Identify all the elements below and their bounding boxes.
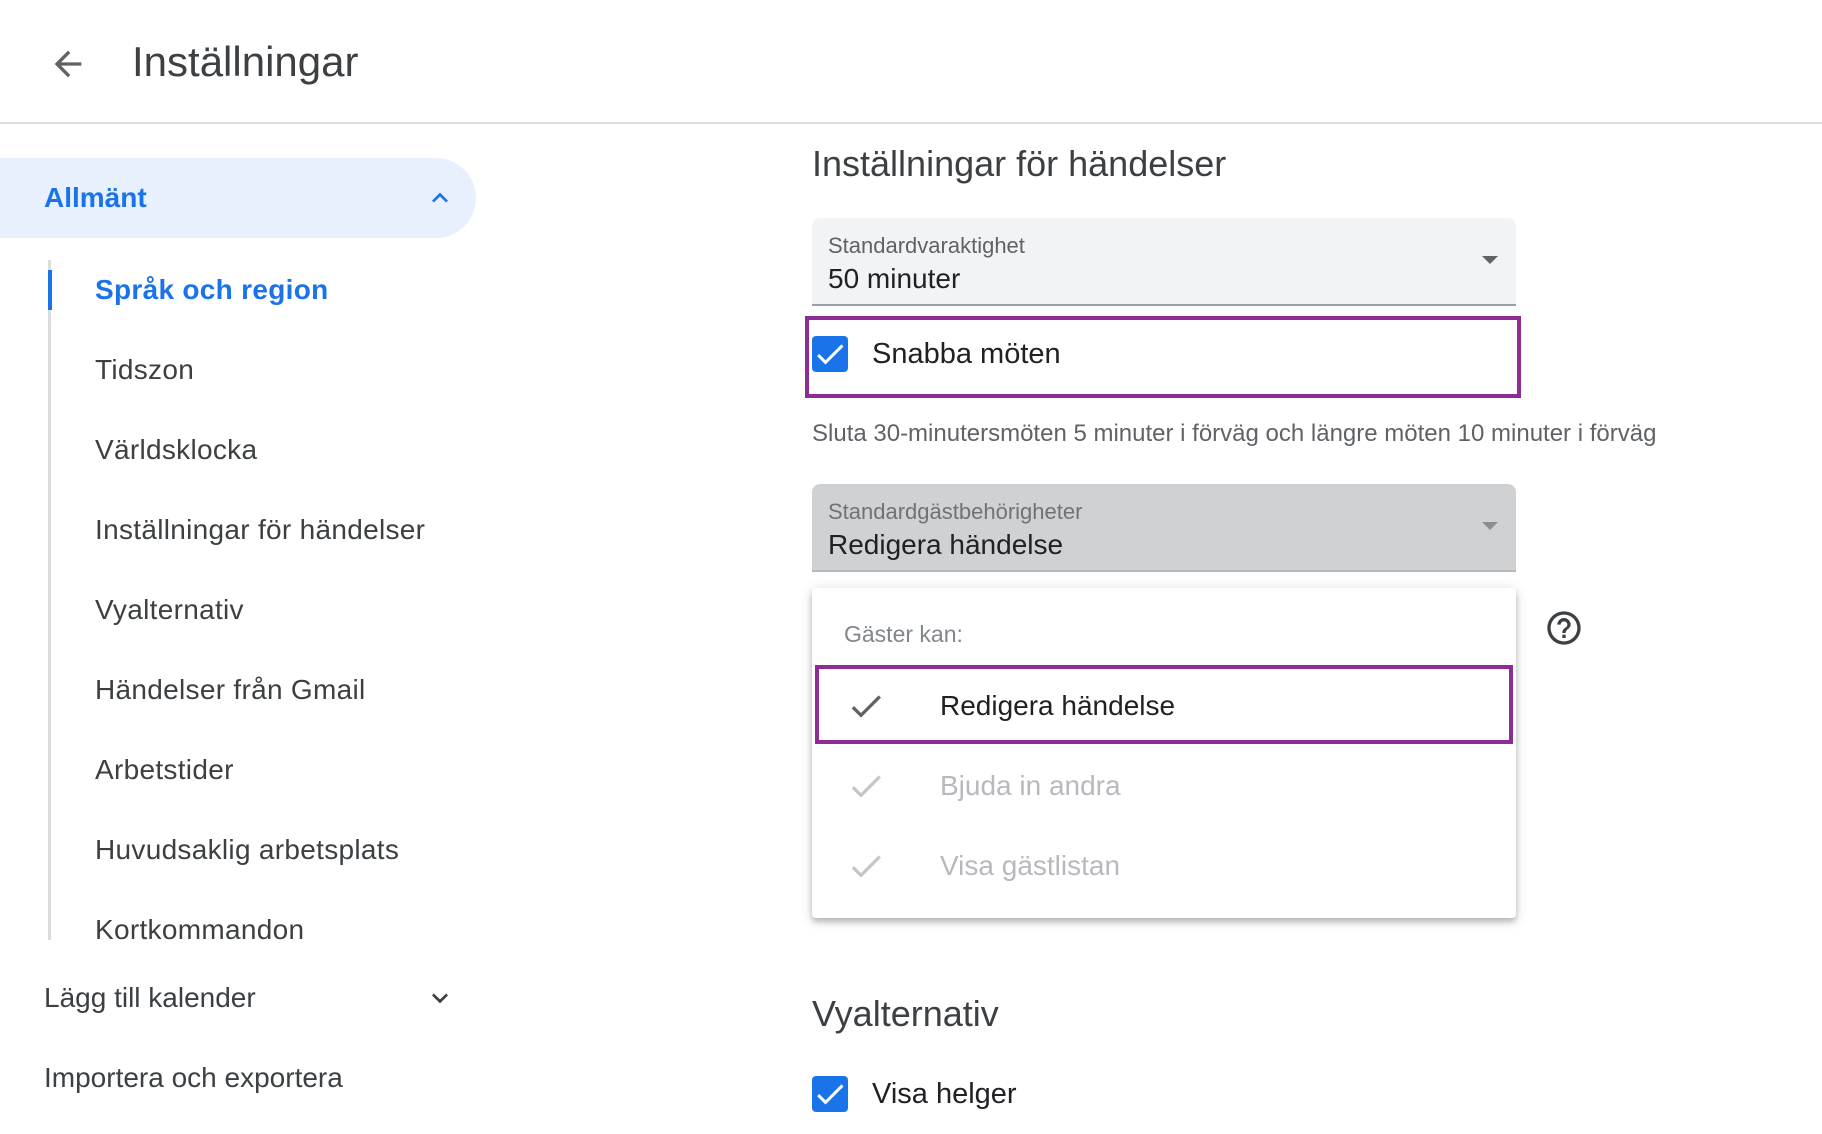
sidebar-item-label: Kortkommandon xyxy=(95,914,305,945)
sidebar-subnav: Språk och region Tidszon Världsklocka In… xyxy=(48,260,481,945)
checkmark-icon xyxy=(817,1084,844,1105)
show-weekends-checkbox-row[interactable]: Visa helger xyxy=(812,1064,1212,1124)
sidebar-item-world-clock[interactable]: Världsklocka xyxy=(51,420,471,480)
sidebar-item-label: Arbetstider xyxy=(95,754,234,785)
show-weekends-checkbox[interactable] xyxy=(812,1076,848,1112)
guest-permissions-select[interactable]: Standardgästbehörigheter Redigera händel… xyxy=(812,484,1516,572)
speedy-meetings-checkbox-row[interactable]: Snabba möten xyxy=(812,324,1312,384)
help-circle-icon[interactable] xyxy=(1544,608,1584,648)
default-duration-value: 50 minuter xyxy=(828,263,961,294)
sidebar-item-label: Importera och exportera xyxy=(44,1062,343,1093)
sidebar-group-general[interactable]: Allmänt xyxy=(0,158,476,238)
menu-item-label: Bjuda in andra xyxy=(940,770,1121,801)
checkmark-icon xyxy=(817,344,844,365)
arrow-left-icon xyxy=(54,50,82,78)
sidebar-item-event-settings[interactable]: Inställningar för händelser xyxy=(51,500,471,560)
guest-permissions-value: Redigera händelse xyxy=(828,529,1064,560)
sidebar-item-label: Vyalternativ xyxy=(95,594,244,625)
sidebar-item-keyboard-shortcuts[interactable]: Kortkommandon xyxy=(51,900,471,960)
sidebar-item-label: Händelser från Gmail xyxy=(95,674,366,705)
sidebar-item-language-region[interactable]: Språk och region xyxy=(48,260,471,320)
sidebar-item-primary-workplace[interactable]: Huvudsaklig arbetsplats xyxy=(51,820,471,880)
dropdown-arrow-icon xyxy=(1482,256,1498,264)
dropdown-arrow-icon xyxy=(1482,522,1498,530)
sidebar-item-view-options[interactable]: Vyalternativ xyxy=(51,580,471,640)
check-icon xyxy=(851,855,881,878)
app-header: Inställningar xyxy=(0,0,1822,124)
sidebar-item-working-hours[interactable]: Arbetstider xyxy=(51,740,471,800)
sidebar-item-timezone[interactable]: Tidszon xyxy=(51,340,471,400)
sidebar-item-add-calendar[interactable]: Lägg till kalender xyxy=(0,968,476,1028)
sidebar-item-label: Huvudsaklig arbetsplats xyxy=(95,834,400,865)
show-weekends-label: Visa helger xyxy=(872,1078,1017,1110)
default-duration-select[interactable]: Standardvaraktighet 50 minuter xyxy=(812,218,1516,306)
page-title: Inställningar xyxy=(132,38,359,85)
sidebar-item-label: Världsklocka xyxy=(95,434,258,465)
menu-item-label: Visa gästlistan xyxy=(940,850,1121,881)
menu-item-label: Redigera händelse xyxy=(940,690,1176,721)
sidebar-item-label: Lägg till kalender xyxy=(44,982,256,1013)
speedy-meetings-label: Snabba möten xyxy=(872,338,1061,370)
chevron-down-icon xyxy=(432,993,448,1004)
sidebar-item-import-export[interactable]: Importera och exportera xyxy=(0,1048,476,1108)
speedy-meetings-checkbox[interactable] xyxy=(812,336,848,372)
check-icon xyxy=(851,775,881,798)
menu-item-invite-others[interactable]: Bjuda in andra xyxy=(812,746,1516,826)
sidebar-item-events-from-gmail[interactable]: Händelser från Gmail xyxy=(51,660,471,720)
menu-header: Gäster kan: xyxy=(844,621,963,647)
menu-item-edit-event[interactable]: Redigera händelse xyxy=(812,666,1516,746)
menu-item-see-guest-list[interactable]: Visa gästlistan xyxy=(812,826,1516,906)
event-settings-heading: Inställningar för händelser xyxy=(812,143,1227,184)
default-duration-label: Standardvaraktighet xyxy=(828,233,1025,258)
view-options-heading: Vyalternativ xyxy=(812,993,999,1034)
sidebar-item-label: Språk och region xyxy=(95,274,329,305)
back-button[interactable] xyxy=(38,34,98,94)
guest-permissions-menu: Gäster kan: Redigera händelse Bjuda in a… xyxy=(812,588,1516,918)
sidebar-item-label: Tidszon xyxy=(95,354,195,385)
sidebar-group-label: Allmänt xyxy=(44,182,147,213)
check-icon xyxy=(851,695,881,718)
speedy-meetings-description: Sluta 30-minutersmöten 5 minuter i förvä… xyxy=(812,420,1657,447)
sidebar-item-label: Inställningar för händelser xyxy=(95,514,426,545)
chevron-up-icon xyxy=(432,192,448,203)
guest-permissions-label: Standardgästbehörigheter xyxy=(828,499,1083,524)
